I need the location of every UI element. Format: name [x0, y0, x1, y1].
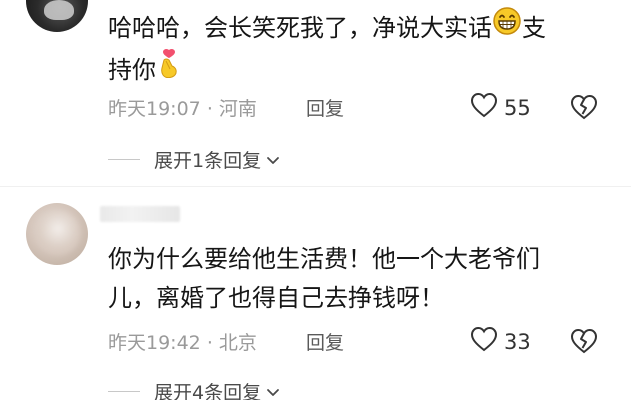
- dislike-button[interactable]: [570, 328, 598, 358]
- divider: [0, 186, 631, 187]
- like-count: 55: [504, 95, 531, 120]
- broken-heart-icon: [570, 94, 598, 124]
- expand-replies-button[interactable]: 展开1条回复: [108, 146, 281, 173]
- meta-separator: ·: [206, 332, 213, 354]
- grin-emoji-icon: [492, 6, 522, 48]
- chevron-down-icon: [265, 152, 281, 168]
- comment-time: 昨天19:07: [108, 98, 201, 120]
- expand-label: 展开1条回复: [154, 150, 262, 172]
- meta-separator: ·: [206, 98, 213, 120]
- comment-location: 北京: [218, 332, 257, 354]
- comment-text-line2: 持你: [108, 56, 156, 84]
- expand-line: [108, 159, 140, 160]
- comment-text: 哈哈哈，会长笑死我了，净说大实话 支 持你: [108, 6, 546, 92]
- dislike-button[interactable]: [570, 94, 598, 124]
- like-count: 33: [504, 329, 531, 354]
- broken-heart-icon: [570, 328, 598, 358]
- comment-meta: 昨天19:07 · 河南: [108, 94, 257, 121]
- comment-text-line1-tail: 支: [522, 14, 546, 42]
- expand-replies-button[interactable]: 展开4条回复: [108, 378, 281, 400]
- chevron-down-icon: [265, 384, 281, 400]
- avatar[interactable]: [26, 0, 88, 32]
- comment-text-line1: 哈哈哈，会长笑死我了，净说大实话: [108, 14, 492, 42]
- reply-button[interactable]: 回复: [306, 328, 344, 355]
- reply-button[interactable]: 回复: [306, 94, 344, 121]
- expand-label: 展开4条回复: [154, 382, 262, 400]
- finger-heart-emoji-icon: [156, 48, 182, 90]
- expand-line: [108, 391, 140, 392]
- username-blurred[interactable]: [100, 206, 180, 222]
- heart-outline-icon: [470, 326, 498, 357]
- comment-meta: 昨天19:42 · 北京: [108, 328, 257, 355]
- like-button[interactable]: 55: [470, 92, 531, 123]
- heart-outline-icon: [470, 92, 498, 123]
- comment-list: 哈哈哈，会长笑死我了，净说大实话 支 持你 昨天19:07 · 河南 回复 55…: [0, 0, 631, 400]
- avatar[interactable]: [26, 203, 88, 265]
- like-button[interactable]: 33: [470, 326, 531, 357]
- comment-location: 河南: [218, 98, 257, 120]
- avatar-figure: [44, 0, 74, 20]
- comment-text-line2: 儿，离婚了也得自己去挣钱呀！: [108, 284, 444, 312]
- comment-text-line1: 你为什么要给他生活费！他一个大老爷们: [108, 245, 540, 273]
- comment-text: 你为什么要给他生活费！他一个大老爷们 儿，离婚了也得自己去挣钱呀！: [108, 240, 540, 318]
- avatar-blur: [36, 211, 80, 255]
- comment-time: 昨天19:42: [108, 332, 201, 354]
